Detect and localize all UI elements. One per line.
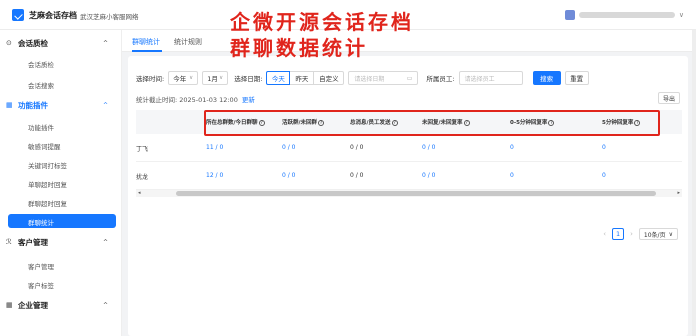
date-placeholder: 请选择日期 xyxy=(354,75,385,83)
export-button[interactable]: 导出 xyxy=(658,92,680,104)
user-icon: ℛ xyxy=(6,238,12,246)
cell-unreplied[interactable]: 0 / 0 xyxy=(422,144,435,151)
time-label: 选择时间: xyxy=(136,75,165,83)
deadline-text: 统计截止时间: 2025-01-03 12:00 xyxy=(136,96,238,104)
cell-reply-5[interactable]: 0 xyxy=(602,172,606,179)
sidebar-item-group-timeout[interactable]: 群聊超时回复 xyxy=(28,198,67,208)
sidebar-item-customer-tags[interactable]: 客户标签 xyxy=(28,280,54,290)
cell-reply-0-5[interactable]: 0 xyxy=(510,144,514,151)
company-name: 武汉芝麻小客服网络 xyxy=(80,13,139,21)
sidebar-group-enterprise[interactable]: ▦ 企业管理 ^ xyxy=(0,296,122,314)
chevron-down-icon: ∨ xyxy=(219,75,224,81)
app-name: 芝麻会话存档 xyxy=(29,11,77,20)
chevron-down-icon: ∨ xyxy=(678,11,684,19)
sidebar-group-label: 企业管理 xyxy=(18,300,48,310)
overlay-subtitle: 群聊数据统计 xyxy=(230,36,368,60)
staff-select[interactable]: 请选择员工 xyxy=(458,71,523,85)
vertical-scrollbar[interactable] xyxy=(692,30,696,336)
next-page-icon[interactable]: › xyxy=(630,230,633,238)
highlight-box xyxy=(204,110,660,136)
main-content: 群聊统计 统计规则 选择时间: 今年 ∨ 1月 ∨ 选择日期: 今天 昨天 自定义 … xyxy=(122,30,696,336)
page-number[interactable]: 1 xyxy=(612,228,625,240)
horizontal-scrollbar[interactable]: ◂ ▸ xyxy=(136,190,682,197)
sidebar-group-plugins[interactable]: ▦ 功能插件 ^ xyxy=(0,96,122,114)
row-name: 扰龙 xyxy=(136,174,149,181)
sidebar-group-label: 会话质检 xyxy=(18,38,48,48)
custom-date-button[interactable]: 自定义 xyxy=(314,71,345,85)
chevron-up-icon: ^ xyxy=(102,39,108,47)
active-tab-indicator xyxy=(132,50,162,52)
staff-placeholder: 请选择员工 xyxy=(464,75,495,83)
chevron-down-icon: ∨ xyxy=(189,75,194,81)
sidebar-item-session-search[interactable]: 会话搜索 xyxy=(28,80,54,90)
sidebar-item-keyword-tags[interactable]: 关键词打标签 xyxy=(28,160,67,170)
sidebar-group-session[interactable]: ⊙ 会话质检 ^ xyxy=(0,34,122,52)
tab-group-stats[interactable]: 群聊统计 xyxy=(132,37,160,47)
check-circle-icon: ⊙ xyxy=(6,39,12,47)
cell-active[interactable]: 0 / 0 xyxy=(282,172,295,179)
grid-icon: ▦ xyxy=(6,101,13,109)
stat-deadline: 统计截止时间: 2025-01-03 12:00 更新 xyxy=(136,94,255,104)
user-menu[interactable]: ∨ xyxy=(564,10,684,20)
sidebar-group-customers[interactable]: ℛ 客户管理 ^ xyxy=(0,233,122,251)
table-row: 丁飞 11 / 0 0 / 0 0 / 0 0 / 0 0 0 xyxy=(136,134,682,162)
chevron-right-icon[interactable]: ▸ xyxy=(677,190,680,196)
sidebar-item-sensitive-words[interactable]: 敏感词提醒 xyxy=(28,141,61,151)
scrollbar-thumb[interactable] xyxy=(176,191,656,196)
calendar-icon: ▭ xyxy=(406,74,413,82)
date-label: 选择日期: xyxy=(234,75,263,83)
cell-reply-5[interactable]: 0 xyxy=(602,144,606,151)
logo-icon xyxy=(12,9,24,21)
user-name-redacted xyxy=(578,12,675,18)
pagination: ‹ 1 › 10条/页 ∨ xyxy=(603,228,678,240)
avatar xyxy=(564,10,575,20)
cell-groups[interactable]: 11 / 0 xyxy=(206,144,223,151)
cell-unreplied[interactable]: 0 / 0 xyxy=(422,172,435,179)
year-select[interactable]: 今年 ∨ xyxy=(168,71,199,85)
chevron-down-icon: ∨ xyxy=(668,230,673,238)
overlay-title: 企微开源会话存档 xyxy=(230,10,414,34)
sidebar-item-customer-manage[interactable]: 客户管理 xyxy=(28,261,54,271)
page-size-value: 10条/页 xyxy=(643,231,666,239)
grid-icon: ▦ xyxy=(6,301,13,309)
cell-messages: 0 / 0 xyxy=(350,172,364,179)
sidebar: ⊙ 会话质检 ^ 会话质检 会话搜索 ▦ 功能插件 ^ 功能插件 敏感词提醒 关… xyxy=(0,30,122,336)
yesterday-button[interactable]: 昨天 xyxy=(290,71,315,85)
sidebar-group-label: 功能插件 xyxy=(18,100,48,110)
staff-label: 所属员工: xyxy=(426,75,455,83)
refresh-link[interactable]: 更新 xyxy=(242,96,255,104)
year-value: 今年 xyxy=(173,75,187,83)
filter-row: 选择时间: 今年 ∨ 1月 ∨ 选择日期: 今天 昨天 自定义 请选择日期 ▭ 所属员… xyxy=(136,70,589,86)
search-button[interactable]: 搜索 xyxy=(532,71,561,85)
sidebar-item-label: 群聊统计 xyxy=(28,219,54,227)
prev-page-icon[interactable]: ‹ xyxy=(603,230,606,238)
cell-messages: 0 / 0 xyxy=(350,144,364,151)
table-row: 扰龙 12 / 0 0 / 0 0 / 0 0 / 0 0 0 xyxy=(136,162,682,190)
sidebar-item-single-timeout[interactable]: 单聊超时回复 xyxy=(28,179,67,189)
sidebar-group-label: 客户管理 xyxy=(18,237,48,247)
cell-groups[interactable]: 12 / 0 xyxy=(206,172,223,179)
stats-panel: 选择时间: 今年 ∨ 1月 ∨ 选择日期: 今天 昨天 自定义 请选择日期 ▭ 所属员… xyxy=(128,56,688,336)
tab-stat-rules[interactable]: 统计规则 xyxy=(174,37,202,47)
chevron-up-icon: ^ xyxy=(102,301,108,309)
cell-active[interactable]: 0 / 0 xyxy=(282,144,295,151)
month-value: 1月 xyxy=(207,75,218,83)
date-picker[interactable]: 请选择日期 ▭ xyxy=(348,71,419,85)
sidebar-item-session-check[interactable]: 会话质检 xyxy=(28,59,54,69)
today-button[interactable]: 今天 xyxy=(266,71,291,85)
chevron-up-icon: ^ xyxy=(102,238,108,246)
chevron-left-icon[interactable]: ◂ xyxy=(138,190,141,196)
page-size-select[interactable]: 10条/页 ∨ xyxy=(638,228,678,240)
reset-button[interactable]: 重置 xyxy=(564,71,589,85)
row-name: 丁飞 xyxy=(136,146,149,153)
cell-reply-0-5[interactable]: 0 xyxy=(510,172,514,179)
sidebar-item-plugins[interactable]: 功能插件 xyxy=(28,122,54,132)
month-select[interactable]: 1月 ∨ xyxy=(202,71,229,85)
chevron-up-icon: ^ xyxy=(102,101,108,109)
sidebar-item-group-stats[interactable]: 群聊统计 xyxy=(8,214,116,228)
